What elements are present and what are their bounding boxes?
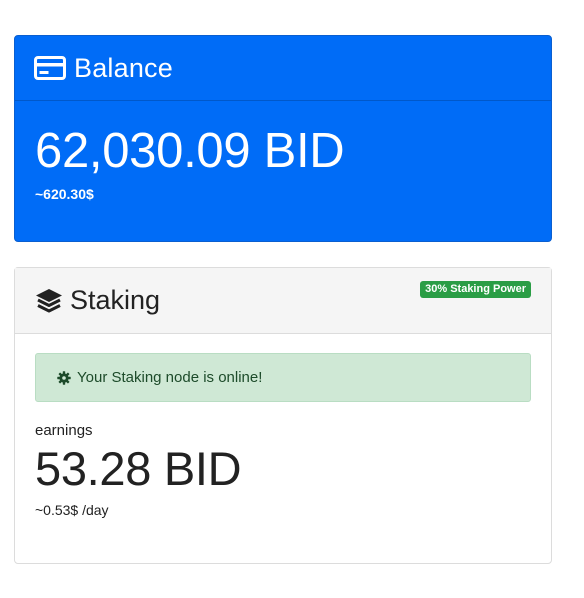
staking-header: Staking 30% Staking Power bbox=[15, 268, 551, 334]
staking-power-badge: 30% Staking Power bbox=[420, 281, 531, 298]
gear-icon bbox=[57, 370, 71, 385]
earnings-label: earnings bbox=[35, 422, 93, 439]
balance-usd-value: ~620.30$ bbox=[35, 186, 94, 202]
credit-card-icon bbox=[34, 56, 66, 80]
earnings-amount: 53.28 BID bbox=[35, 442, 242, 495]
layers-icon bbox=[35, 287, 63, 315]
balance-body: 62,030.09 BID ~620.30$ bbox=[15, 101, 551, 202]
staking-card: Staking 30% Staking Power Your Staking n… bbox=[14, 267, 552, 564]
earnings-rate: ~0.53$ /day bbox=[35, 502, 109, 518]
staking-title: Staking bbox=[70, 285, 161, 315]
staking-status-text: Your Staking node is online! bbox=[77, 369, 263, 386]
balance-amount: 62,030.09 BID bbox=[35, 124, 345, 178]
staking-body: Your Staking node is online! earnings 53… bbox=[15, 334, 551, 518]
balance-title: Balance bbox=[74, 52, 173, 83]
balance-header: Balance bbox=[15, 36, 551, 101]
staking-status-alert: Your Staking node is online! bbox=[35, 353, 531, 402]
balance-card: Balance 62,030.09 BID ~620.30$ bbox=[14, 35, 552, 242]
